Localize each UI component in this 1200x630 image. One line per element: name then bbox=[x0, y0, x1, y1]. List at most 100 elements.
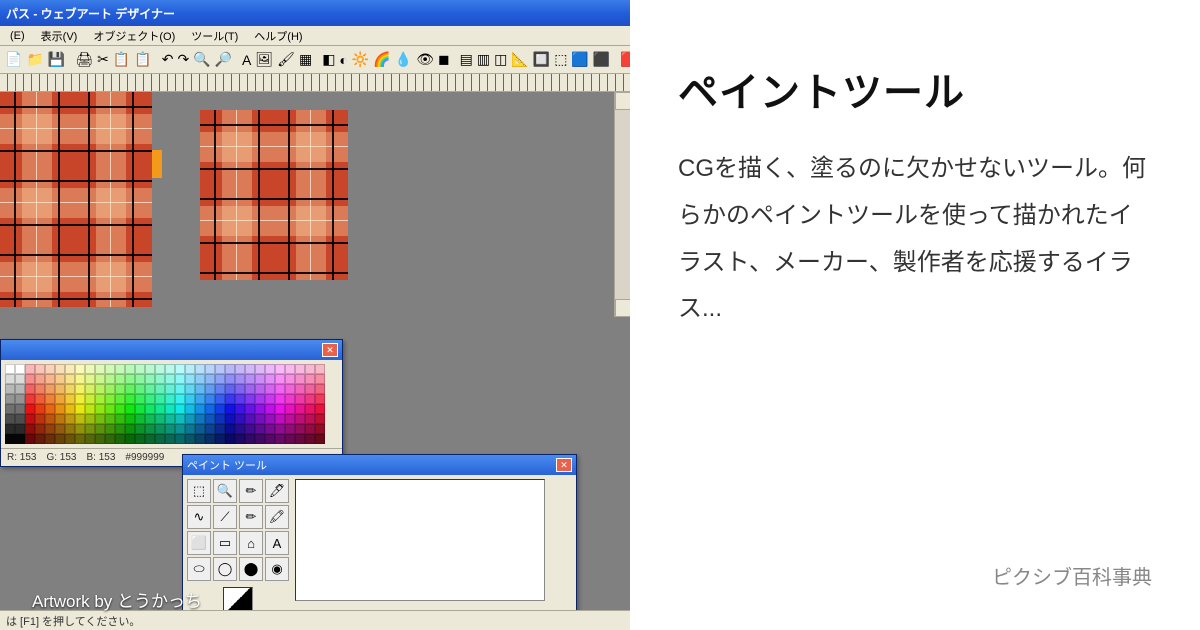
toolbar-icon[interactable]: 🔆 bbox=[351, 49, 370, 71]
color-swatch[interactable] bbox=[135, 374, 145, 384]
color-swatch[interactable] bbox=[95, 374, 105, 384]
color-swatch[interactable] bbox=[285, 404, 295, 414]
color-swatch[interactable] bbox=[115, 364, 125, 374]
color-swatch[interactable] bbox=[235, 384, 245, 394]
color-swatch[interactable] bbox=[125, 364, 135, 374]
color-swatch[interactable] bbox=[245, 374, 255, 384]
color-swatch[interactable] bbox=[305, 394, 315, 404]
color-swatch[interactable] bbox=[85, 404, 95, 414]
color-swatch[interactable] bbox=[255, 364, 265, 374]
tool-button[interactable]: ⟋ bbox=[213, 505, 237, 529]
color-swatch[interactable] bbox=[55, 424, 65, 434]
color-swatch[interactable] bbox=[175, 404, 185, 414]
color-swatch[interactable] bbox=[285, 434, 295, 444]
toolbar-icon[interactable]: ◫ bbox=[493, 49, 508, 71]
color-swatch[interactable] bbox=[125, 434, 135, 444]
color-swatch[interactable] bbox=[245, 404, 255, 414]
color-swatch[interactable] bbox=[45, 414, 55, 424]
color-swatch[interactable] bbox=[255, 374, 265, 384]
color-swatch[interactable] bbox=[135, 424, 145, 434]
toolbar-icon[interactable]: ⬛ bbox=[592, 49, 611, 71]
color-swatch[interactable] bbox=[215, 384, 225, 394]
color-swatch[interactable] bbox=[255, 434, 265, 444]
color-swatch[interactable] bbox=[265, 394, 275, 404]
color-swatch[interactable] bbox=[285, 364, 295, 374]
color-swatch[interactable] bbox=[5, 394, 15, 404]
toolbar-icon[interactable]: 💾 bbox=[47, 49, 66, 71]
tool-button[interactable]: ✏ bbox=[239, 479, 263, 503]
color-swatch[interactable] bbox=[255, 414, 265, 424]
color-swatch[interactable] bbox=[105, 374, 115, 384]
color-swatch[interactable] bbox=[305, 424, 315, 434]
color-swatch[interactable] bbox=[155, 394, 165, 404]
color-swatch[interactable] bbox=[155, 364, 165, 374]
color-swatch[interactable] bbox=[175, 394, 185, 404]
color-swatch[interactable] bbox=[55, 434, 65, 444]
color-swatch[interactable] bbox=[235, 424, 245, 434]
color-swatch[interactable] bbox=[155, 374, 165, 384]
toolbar-icon[interactable]: ◐ bbox=[338, 49, 348, 71]
color-swatch[interactable] bbox=[215, 394, 225, 404]
color-swatch[interactable] bbox=[125, 424, 135, 434]
color-swatch[interactable] bbox=[175, 424, 185, 434]
color-swatch[interactable] bbox=[205, 434, 215, 444]
color-swatch[interactable] bbox=[25, 394, 35, 404]
color-swatch[interactable] bbox=[55, 394, 65, 404]
color-swatch[interactable] bbox=[45, 364, 55, 374]
color-swatch[interactable] bbox=[35, 374, 45, 384]
color-swatch[interactable] bbox=[85, 374, 95, 384]
color-swatch[interactable] bbox=[45, 384, 55, 394]
color-swatch[interactable] bbox=[275, 434, 285, 444]
color-swatch[interactable] bbox=[15, 374, 25, 384]
color-swatch[interactable] bbox=[315, 394, 325, 404]
color-swatch[interactable] bbox=[75, 374, 85, 384]
toolbar-icon[interactable]: ✂ bbox=[96, 49, 110, 71]
toolbar-icon[interactable]: 💧 bbox=[394, 49, 413, 71]
color-swatches[interactable] bbox=[1, 360, 342, 448]
color-swatch[interactable] bbox=[175, 434, 185, 444]
tool-button[interactable]: ◉ bbox=[265, 557, 289, 581]
color-swatch[interactable] bbox=[175, 384, 185, 394]
toolbar-icon[interactable]: 👁 bbox=[415, 49, 435, 71]
color-swatch[interactable] bbox=[55, 384, 65, 394]
color-swatch[interactable] bbox=[115, 394, 125, 404]
color-swatch[interactable] bbox=[225, 384, 235, 394]
color-swatch[interactable] bbox=[125, 414, 135, 424]
color-swatch[interactable] bbox=[225, 394, 235, 404]
color-swatch[interactable] bbox=[255, 394, 265, 404]
color-swatch[interactable] bbox=[155, 424, 165, 434]
color-swatch[interactable] bbox=[25, 364, 35, 374]
color-swatch[interactable] bbox=[205, 424, 215, 434]
color-swatch[interactable] bbox=[265, 364, 275, 374]
color-swatch[interactable] bbox=[315, 384, 325, 394]
color-swatch[interactable] bbox=[285, 394, 295, 404]
color-swatch[interactable] bbox=[155, 404, 165, 414]
toolbar-icon[interactable]: ↶ bbox=[161, 49, 175, 71]
color-swatch[interactable] bbox=[85, 364, 95, 374]
color-swatch[interactable] bbox=[75, 364, 85, 374]
color-swatch[interactable] bbox=[115, 404, 125, 414]
color-swatch[interactable] bbox=[65, 414, 75, 424]
color-swatch[interactable] bbox=[5, 364, 15, 374]
color-swatch[interactable] bbox=[85, 394, 95, 404]
color-swatch[interactable] bbox=[225, 374, 235, 384]
color-swatch[interactable] bbox=[95, 414, 105, 424]
tool-button[interactable]: ⬭ bbox=[187, 557, 211, 581]
color-swatch[interactable] bbox=[15, 424, 25, 434]
color-swatch[interactable] bbox=[145, 424, 155, 434]
color-swatch[interactable] bbox=[15, 414, 25, 424]
color-swatch[interactable] bbox=[285, 384, 295, 394]
color-swatch[interactable] bbox=[35, 414, 45, 424]
color-swatch[interactable] bbox=[235, 404, 245, 414]
color-swatch[interactable] bbox=[115, 424, 125, 434]
color-swatch[interactable] bbox=[185, 414, 195, 424]
color-swatch[interactable] bbox=[55, 364, 65, 374]
color-swatch[interactable] bbox=[15, 404, 25, 414]
toolbar-icon[interactable]: 🌈 bbox=[372, 49, 391, 71]
color-swatch[interactable] bbox=[175, 414, 185, 424]
color-swatch[interactable] bbox=[245, 424, 255, 434]
color-swatch[interactable] bbox=[5, 434, 15, 444]
color-swatch[interactable] bbox=[25, 424, 35, 434]
color-swatch[interactable] bbox=[195, 434, 205, 444]
color-swatch[interactable] bbox=[165, 394, 175, 404]
